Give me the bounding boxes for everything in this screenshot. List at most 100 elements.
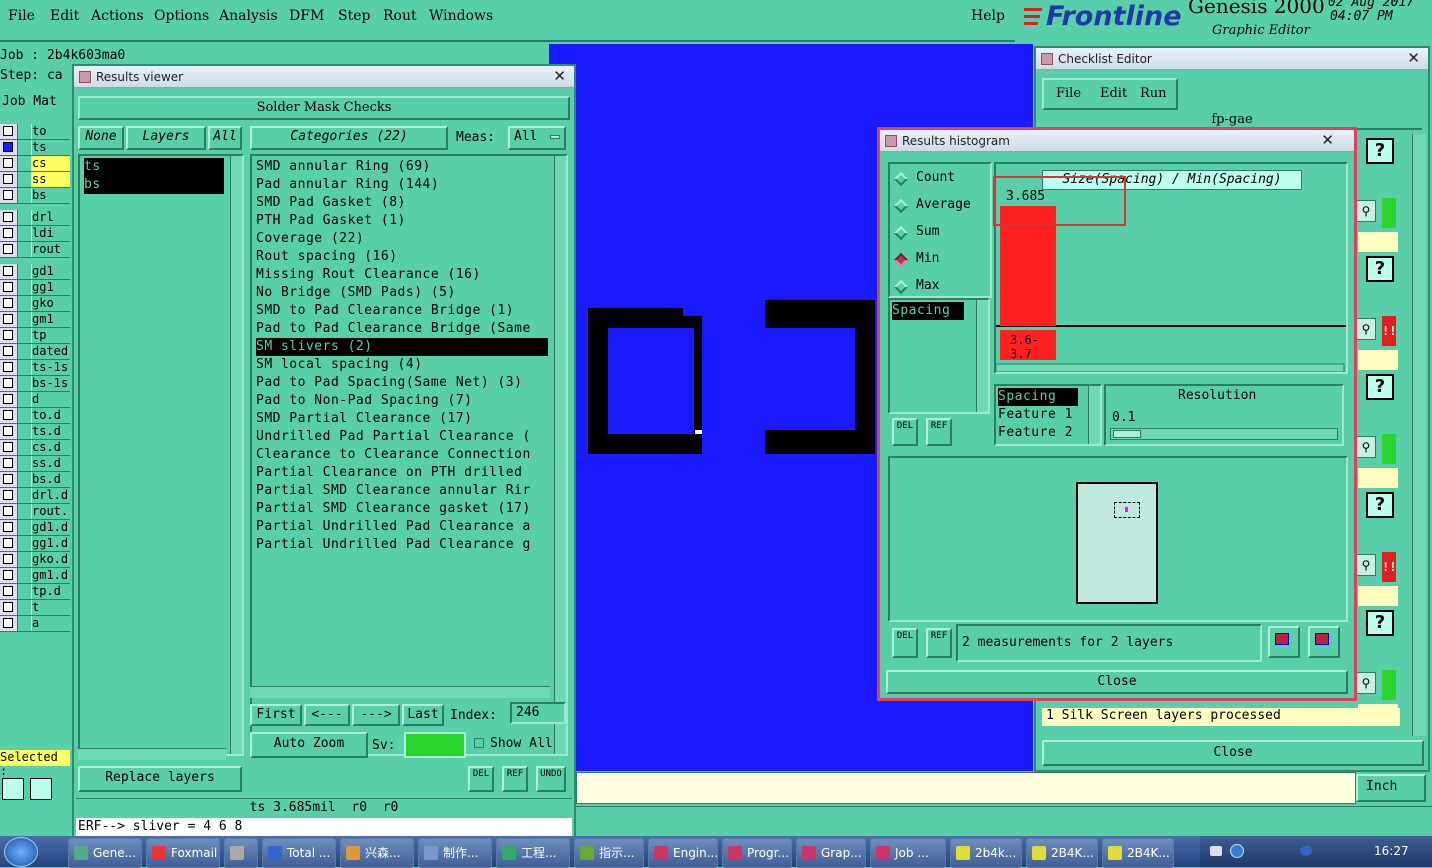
layer-item-ts[interactable]: ts <box>84 158 224 176</box>
layer-checkbox[interactable] <box>3 266 13 276</box>
close-icon[interactable]: ✕ <box>1321 131 1334 149</box>
feature-list-scrollbar[interactable] <box>1088 386 1100 444</box>
layer-checkbox[interactable] <box>3 174 13 184</box>
category-item[interactable]: SM slivers (2) <box>256 338 548 356</box>
layer-row[interactable]: rout <box>0 242 70 258</box>
category-item[interactable]: Missing Rout Clearance (16) <box>256 266 548 284</box>
all-layers-button[interactable]: All <box>208 126 242 150</box>
category-item[interactable]: Pad to Pad Clearance Bridge (Same <box>256 320 548 338</box>
category-item[interactable]: Rout spacing (16) <box>256 248 548 266</box>
meas-select[interactable]: All <box>508 126 566 150</box>
radio-average[interactable] <box>893 198 909 214</box>
layer-row[interactable]: tp <box>0 328 70 344</box>
layer-row[interactable]: bs-1s <box>0 376 70 392</box>
category-item[interactable]: Pad to Pad Spacing(Same Net) (3) <box>256 374 548 392</box>
layer-row[interactable]: ts.d <box>0 424 70 440</box>
prev-button[interactable]: <--- <box>304 704 350 726</box>
category-item[interactable]: SMD to Pad Clearance Bridge (1) <box>256 302 548 320</box>
start-button-icon[interactable] <box>4 837 38 867</box>
zoom-to-sel-icon[interactable] <box>1308 626 1340 658</box>
layer-checkbox[interactable] <box>3 158 13 168</box>
last-button[interactable]: Last <box>402 704 444 726</box>
hist-del-button[interactable]: DEL <box>892 418 918 446</box>
layer-row[interactable]: ss <box>0 172 70 188</box>
taskbar-item[interactable]: 工程... <box>496 838 570 868</box>
show-all-checkbox[interactable] <box>474 738 484 748</box>
feature-item-1[interactable]: Feature 1 <box>998 406 1073 424</box>
category-item[interactable]: Partial Clearance on PTH drilled <box>256 464 548 482</box>
layers-button[interactable]: Layers <box>126 126 206 150</box>
layer-row[interactable]: gm1.d <box>0 568 70 584</box>
zoom-icon[interactable]: ⚲ <box>1356 554 1376 576</box>
layer-row[interactable]: gm1 <box>0 312 70 328</box>
taskbar-item[interactable] <box>224 838 258 868</box>
category-item[interactable]: PTH Pad Gasket (1) <box>256 212 548 230</box>
menu-file[interactable]: File <box>8 8 35 24</box>
taskbar-item[interactable]: 2B4K... <box>1102 838 1174 868</box>
measure-item-spacing[interactable]: Spacing <box>892 302 964 320</box>
checklist-close-button[interactable]: Close <box>1042 740 1424 766</box>
layer-list-scrollbar[interactable] <box>230 156 242 754</box>
hist-ref-button[interactable]: REF <box>926 418 952 446</box>
menu-windows[interactable]: Windows <box>429 8 493 24</box>
layer-checkbox[interactable] <box>3 602 13 612</box>
category-item[interactable]: SMD annular Ring (69) <box>256 158 548 176</box>
layer-checkbox[interactable] <box>3 362 13 372</box>
layer-item-bs[interactable]: bs <box>84 176 224 194</box>
replace-layers-select[interactable]: Replace layers <box>78 766 242 792</box>
category-item[interactable]: SMD Pad Gasket (8) <box>256 194 548 212</box>
zoom-tool-icon[interactable] <box>2 778 24 800</box>
checklist-titlebar[interactable]: Checklist Editor ✕ <box>1036 48 1428 70</box>
layer-checkbox[interactable] <box>3 538 13 548</box>
layer-row[interactable]: ts-1s <box>0 360 70 376</box>
volume-icon[interactable] <box>1300 846 1312 856</box>
menu-analysis[interactable]: Analysis <box>219 8 278 24</box>
radio-count[interactable] <box>893 171 909 187</box>
layer-row[interactable]: gg1 <box>0 280 70 296</box>
category-item[interactable]: Partial SMD Clearance annular Rir <box>256 482 548 500</box>
taskbar-item[interactable]: Foxmail <box>146 838 220 868</box>
index-input[interactable]: 246 <box>510 702 566 724</box>
none-button[interactable]: None <box>78 126 124 150</box>
measure-list-scrollbar[interactable] <box>976 300 988 412</box>
menu-rout[interactable]: Rout <box>383 8 417 24</box>
sv-color-select[interactable] <box>404 732 466 758</box>
histogram-titlebar[interactable]: Results histogram ✕ <box>880 130 1354 152</box>
category-list-scrollbar[interactable] <box>554 156 566 754</box>
checklist-menu-edit[interactable]: Edit <box>1100 86 1127 101</box>
layer-checkbox[interactable] <box>3 244 13 254</box>
taskbar-item[interactable]: Progr... <box>722 838 792 868</box>
layer-row[interactable]: cs <box>0 156 70 172</box>
layer-row[interactable]: gko <box>0 296 70 312</box>
category-item[interactable]: Partial SMD Clearance gasket (17) <box>256 500 548 518</box>
auto-zoom-select[interactable]: Auto Zoom <box>250 732 368 758</box>
radio-sum[interactable] <box>893 225 909 241</box>
menu-help[interactable]: Help <box>971 8 1005 24</box>
category-item[interactable]: SMD Partial Clearance (17) <box>256 410 548 428</box>
layer-checkbox[interactable] <box>3 346 13 356</box>
layer-checkbox[interactable] <box>3 618 13 628</box>
layer-checkbox[interactable] <box>3 522 13 532</box>
categories-button[interactable]: Categories (22) <box>250 126 448 150</box>
layer-row[interactable]: a <box>0 616 70 632</box>
undo-button[interactable]: UNDO <box>536 766 566 792</box>
layer-row[interactable]: to.d <box>0 408 70 424</box>
menu-options[interactable]: Options <box>154 8 209 24</box>
next-button[interactable]: ---> <box>352 704 400 726</box>
close-icon[interactable]: ✕ <box>553 67 566 85</box>
histogram-close-button[interactable]: Close <box>886 670 1348 694</box>
resolution-slider[interactable] <box>1110 428 1338 440</box>
layer-row[interactable]: ss.d <box>0 456 70 472</box>
layer-checkbox[interactable] <box>3 442 13 452</box>
layer-row[interactable]: gd1.d <box>0 520 70 536</box>
category-item[interactable]: Coverage (22) <box>256 230 548 248</box>
taskbar-item[interactable]: 指示... <box>574 838 644 868</box>
layer-checkbox[interactable] <box>3 142 13 152</box>
layer-checkbox[interactable] <box>3 314 13 324</box>
layer-checkbox[interactable] <box>3 554 13 564</box>
layer-checkbox[interactable] <box>3 190 13 200</box>
help-icon[interactable]: ? <box>1366 138 1394 164</box>
menu-actions[interactable]: Actions <box>91 8 144 24</box>
category-item[interactable]: Partial Undrilled Pad Clearance a <box>256 518 548 536</box>
taskbar-item[interactable]: 制作... <box>418 838 492 868</box>
